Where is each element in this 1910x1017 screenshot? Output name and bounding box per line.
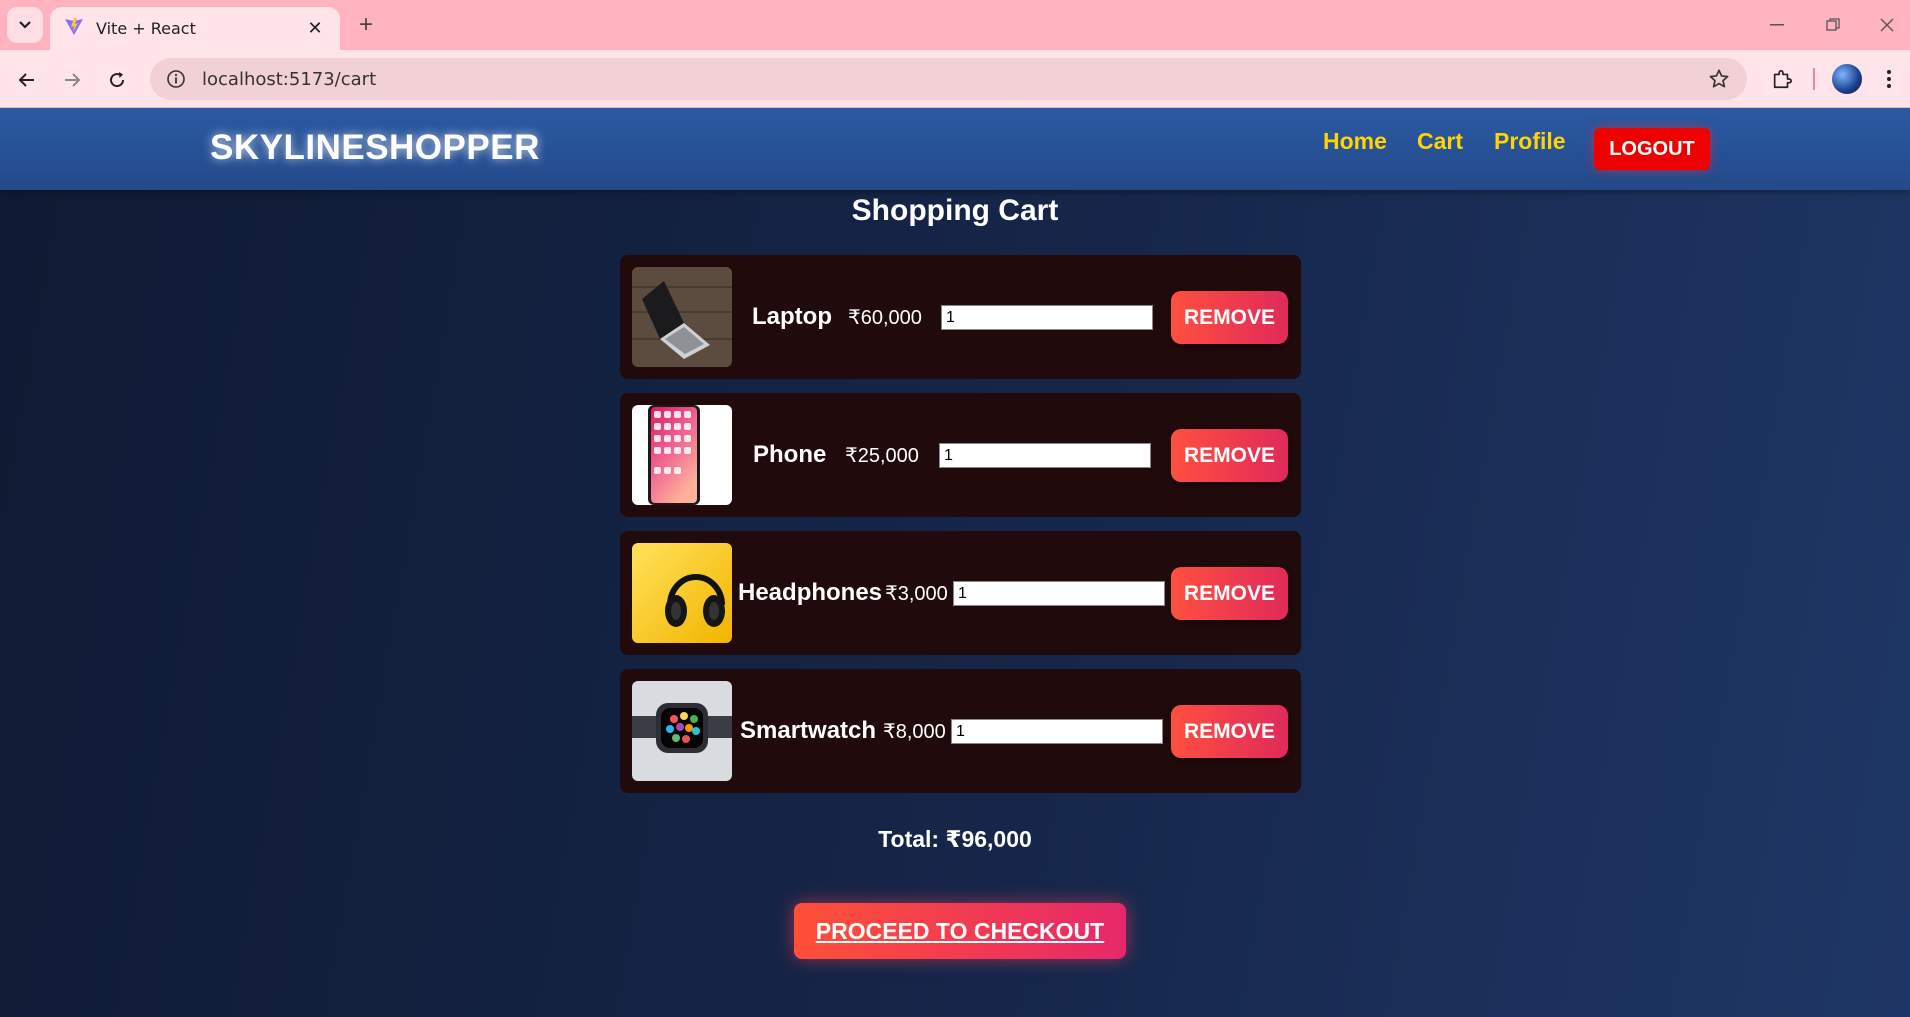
item-price: ₹60,000 bbox=[848, 306, 922, 329]
url-text: localhost:5173/cart bbox=[202, 68, 377, 90]
restore-icon[interactable] bbox=[1808, 10, 1858, 40]
cart-item-laptop: Laptop ₹60,000 REMOVE bbox=[620, 255, 1301, 379]
forward-arrow-icon[interactable] bbox=[54, 62, 90, 98]
page-content: SKYLINESHOPPER Home Cart Profile LOGOUT … bbox=[0, 108, 1910, 1017]
remove-button[interactable]: REMOVE bbox=[1171, 429, 1288, 482]
site-info-icon[interactable] bbox=[164, 67, 188, 91]
item-name: Phone bbox=[753, 441, 827, 468]
quantity-input[interactable] bbox=[939, 443, 1151, 468]
address-bar[interactable]: localhost:5173/cart bbox=[150, 58, 1747, 100]
remove-button[interactable]: REMOVE bbox=[1171, 291, 1288, 344]
logout-button[interactable]: LOGOUT bbox=[1594, 128, 1710, 170]
extensions-icon[interactable] bbox=[1765, 62, 1799, 96]
reload-icon[interactable] bbox=[99, 62, 135, 98]
kebab-menu-icon[interactable] bbox=[1874, 64, 1904, 94]
profile-avatar-icon[interactable] bbox=[1832, 64, 1862, 94]
browser-tab[interactable]: Vite + React ✕ bbox=[50, 7, 340, 50]
nav-link-cart[interactable]: Cart bbox=[1417, 128, 1463, 155]
window-close-icon[interactable] bbox=[1862, 10, 1910, 40]
plus-icon[interactable]: + bbox=[352, 11, 380, 39]
remove-button[interactable]: REMOVE bbox=[1171, 705, 1288, 758]
item-name: Laptop bbox=[752, 303, 832, 330]
cart-total: Total: ₹96,000 bbox=[878, 826, 1032, 852]
star-icon[interactable] bbox=[1707, 67, 1731, 91]
remove-button[interactable]: REMOVE bbox=[1171, 567, 1288, 620]
minimize-icon[interactable] bbox=[1752, 10, 1802, 40]
tab-title: Vite + React bbox=[96, 19, 196, 38]
brand-logo[interactable]: SKYLINESHOPPER bbox=[210, 128, 540, 168]
toolbar-divider bbox=[1813, 68, 1815, 90]
quantity-input[interactable] bbox=[941, 305, 1153, 330]
quantity-input[interactable] bbox=[951, 719, 1163, 744]
nav-link-home[interactable]: Home bbox=[1323, 128, 1387, 155]
phone-photo bbox=[632, 405, 732, 505]
quantity-input[interactable] bbox=[953, 581, 1165, 606]
close-icon[interactable]: ✕ bbox=[304, 18, 326, 40]
page-title: Shopping Cart bbox=[851, 194, 1059, 227]
proceed-to-checkout-button[interactable]: PROCEED TO CHECKOUT bbox=[794, 903, 1126, 959]
cart-item-headphones: Headphones ₹3,000 REMOVE bbox=[620, 531, 1301, 655]
item-price: ₹25,000 bbox=[845, 444, 919, 467]
laptop-photo bbox=[632, 267, 732, 367]
headphones-photo bbox=[632, 543, 732, 643]
tab-search-icon[interactable] bbox=[7, 7, 43, 43]
back-arrow-icon[interactable] bbox=[9, 62, 45, 98]
item-price: ₹8,000 bbox=[883, 720, 946, 743]
cart-item-phone: Phone ₹25,000 REMOVE bbox=[620, 393, 1301, 517]
item-price: ₹3,000 bbox=[885, 582, 948, 605]
browser-tabstrip: Vite + React ✕ + bbox=[0, 0, 1910, 50]
browser-toolbar: localhost:5173/cart bbox=[0, 50, 1910, 108]
cart-item-smartwatch: Smartwatch ₹8,000 REMOVE bbox=[620, 669, 1301, 793]
vite-favicon-icon bbox=[64, 16, 84, 41]
nav-link-profile[interactable]: Profile bbox=[1494, 128, 1566, 155]
item-name: Smartwatch bbox=[740, 717, 877, 744]
smartwatch-photo bbox=[632, 681, 732, 781]
item-name: Headphones bbox=[738, 579, 883, 606]
app-header: SKYLINESHOPPER Home Cart Profile LOGOUT bbox=[0, 108, 1910, 190]
